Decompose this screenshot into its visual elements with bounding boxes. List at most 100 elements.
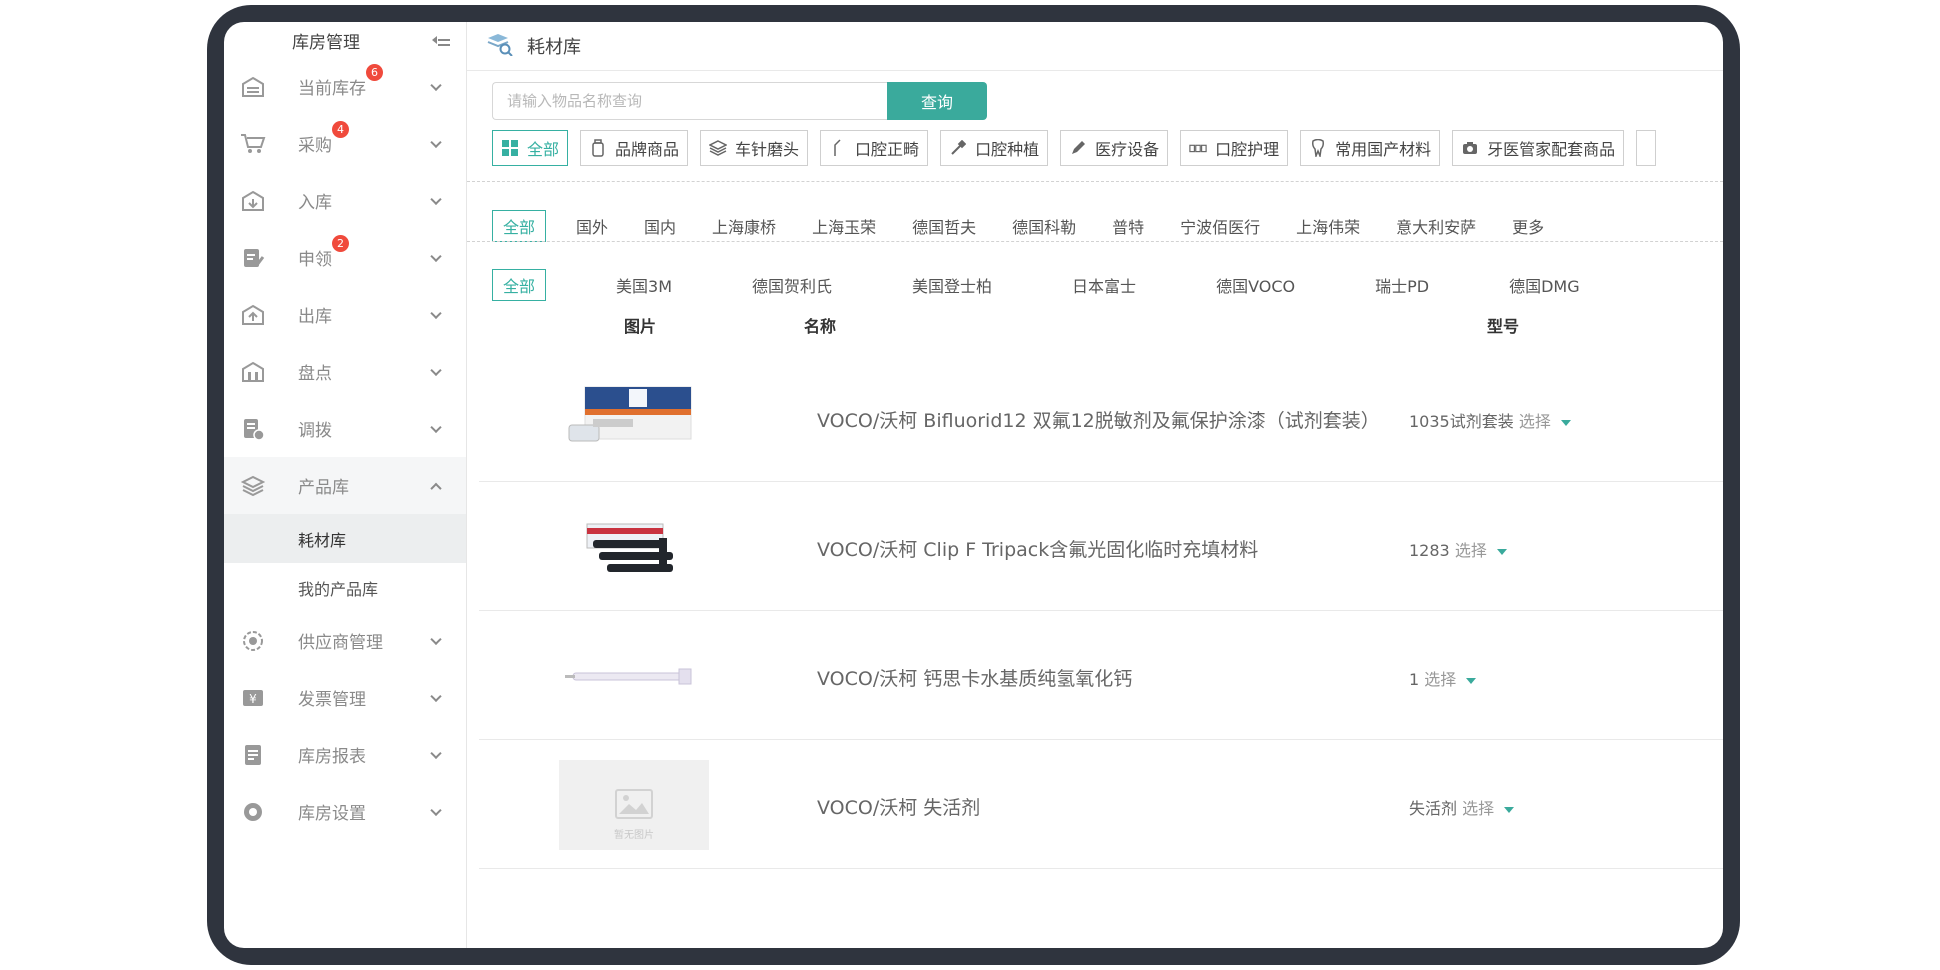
model-value: 失活剂: [1409, 799, 1458, 818]
origin-chip[interactable]: 国外: [576, 210, 608, 242]
caret-down-icon: [1496, 548, 1507, 555]
product-image: [559, 373, 709, 463]
column-header-image: 图片: [624, 317, 657, 336]
category-brand-products[interactable]: 品牌商品: [580, 130, 689, 166]
sidebar-item-label: 采购 4: [298, 121, 349, 156]
model-select[interactable]: 1035试剂套装 选择: [1409, 408, 1571, 432]
origin-all[interactable]: 全部: [492, 210, 547, 242]
column-header-name: 名称: [804, 317, 837, 336]
caret-down-icon: [1466, 677, 1477, 684]
invoice-icon: ¥: [240, 685, 266, 711]
sidebar-item-settings[interactable]: 库房设置: [224, 783, 466, 840]
sidebar-item-purchase[interactable]: 采购 4: [224, 115, 466, 172]
inventory-check-icon: [240, 359, 266, 385]
category-equipment[interactable]: 医疗设备: [1060, 130, 1169, 166]
product-image: [559, 631, 709, 721]
table-row[interactable]: 暂无图片 VOCO/沃柯 失活剂 失活剂 选择: [479, 740, 1723, 869]
main-content: 耗材库 查询 全部 品牌商品 车针磨头: [467, 22, 1723, 948]
sidebar: 库房管理 当前库存 6 采购 4 入库 申领 2 出库 盘点 调拨 产品库 耗材…: [224, 22, 467, 948]
category-implant[interactable]: 口腔种植: [940, 130, 1049, 166]
category-oral-care[interactable]: 口腔护理: [1180, 130, 1289, 166]
placeholder-image-text: 暂无图片: [614, 830, 654, 841]
category-burs[interactable]: 车针磨头: [700, 130, 809, 166]
origin-chip[interactable]: 上海康桥: [712, 210, 776, 242]
origin-chip[interactable]: 上海玉荣: [812, 210, 876, 242]
search-bar: 查询: [492, 82, 987, 120]
cart-icon: [240, 131, 266, 157]
sidebar-item-inventory-check[interactable]: 盘点: [224, 343, 466, 400]
model-select[interactable]: 1283 选择: [1409, 537, 1507, 561]
model-select[interactable]: 1 选择: [1409, 666, 1477, 690]
search-button[interactable]: 查询: [887, 82, 987, 120]
report-icon: [240, 742, 266, 768]
brand-filter: 全部 美国3M 德国贺利氏 美国登士柏 日本富士 德国VOCO 瑞士PD 德国D…: [492, 269, 1580, 301]
divider: [467, 181, 1723, 182]
layers-icon: [240, 473, 266, 499]
sidebar-item-stock-out[interactable]: 出库: [224, 286, 466, 343]
caret-down-icon: [1504, 806, 1515, 813]
brand-chip[interactable]: 瑞士PD: [1375, 269, 1429, 301]
chevron-down-icon: [430, 364, 442, 376]
sidebar-subitem-my-products[interactable]: 我的产品库: [224, 563, 466, 612]
sidebar-item-product-library[interactable]: 产品库: [224, 457, 466, 514]
sidebar-item-invoice[interactable]: ¥ 发票管理: [224, 669, 466, 726]
sidebar-item-label: 库房报表: [298, 747, 366, 767]
category-more-partial[interactable]: [1636, 130, 1657, 166]
brand-chip[interactable]: 德国贺利氏: [752, 269, 832, 301]
sidebar-subitem-consumables[interactable]: 耗材库: [224, 514, 466, 563]
model-select[interactable]: 失活剂 选择: [1409, 795, 1515, 819]
sidebar-item-report[interactable]: 库房报表: [224, 726, 466, 783]
request-icon: [240, 245, 266, 271]
category-dentist-kit[interactable]: 牙医管家配套商品: [1452, 130, 1625, 166]
tooth-icon: [1309, 139, 1327, 157]
category-domestic-materials[interactable]: 常用国产材料: [1300, 130, 1441, 166]
origin-chip[interactable]: 普特: [1112, 210, 1144, 242]
column-header-model: 型号: [1487, 317, 1520, 336]
tooth-tool-icon: [829, 139, 847, 157]
origin-chip[interactable]: 国内: [644, 210, 676, 242]
brand-all[interactable]: 全部: [492, 269, 547, 301]
origin-chip[interactable]: 德国哲夫: [912, 210, 976, 242]
product-name: VOCO/沃柯 失活剂: [817, 797, 981, 819]
sidebar-item-supplier[interactable]: 供应商管理: [224, 612, 466, 669]
model-value: 1035试剂套装: [1409, 412, 1514, 431]
category-orthodontics[interactable]: 口腔正畸: [820, 130, 929, 166]
category-all[interactable]: 全部: [492, 130, 569, 166]
brand-chip[interactable]: 日本富士: [1072, 269, 1136, 301]
brand-chip[interactable]: 美国3M: [616, 269, 672, 301]
origin-chip[interactable]: 德国科勒: [1012, 210, 1076, 242]
sidebar-item-label: 入库: [298, 193, 332, 213]
category-label: 牙医管家配套商品: [1487, 140, 1616, 159]
sidebar-item-label: 出库: [298, 307, 332, 327]
brand-chip[interactable]: 德国VOCO: [1216, 269, 1295, 301]
grid-icon: [501, 139, 519, 157]
sidebar-item-request[interactable]: 申领 2: [224, 229, 466, 286]
teeth-icon: [1189, 139, 1207, 157]
sidebar-header: 库房管理: [224, 22, 466, 58]
origin-chip[interactable]: 上海伟荣: [1296, 210, 1360, 242]
collapse-menu-icon[interactable]: [432, 33, 450, 47]
sidebar-item-stock-in[interactable]: 入库: [224, 172, 466, 229]
origin-chip[interactable]: 宁波佰医行: [1180, 210, 1260, 242]
category-label: 口腔正畸: [855, 140, 920, 159]
brand-chip[interactable]: 德国DMG: [1509, 269, 1580, 301]
origin-chip[interactable]: 意大利安萨: [1396, 210, 1476, 242]
warehouse-icon: [240, 74, 266, 100]
table-row[interactable]: VOCO/沃柯 Bifluorid12 双氟12脱敏剂及氟保护涂漆（试剂套装） …: [479, 353, 1723, 482]
model-value: 1: [1409, 670, 1420, 689]
search-input[interactable]: [492, 82, 887, 120]
table-row[interactable]: VOCO/沃柯 Clip F Tripack含氟光固化临时充填材料 1283 选…: [479, 482, 1723, 611]
sidebar-item-transfer[interactable]: 调拨: [224, 400, 466, 457]
sidebar-title: 库房管理: [292, 32, 360, 53]
brand-chip[interactable]: 美国登士柏: [912, 269, 992, 301]
sidebar-item-current-stock[interactable]: 当前库存 6: [224, 58, 466, 115]
chevron-down-icon: [430, 633, 442, 645]
settings-icon: [240, 799, 266, 825]
transfer-icon: [240, 416, 266, 442]
origins-more-link[interactable]: 更多: [1512, 210, 1544, 242]
placeholder-image: 暂无图片: [559, 760, 709, 850]
chevron-down-icon: [430, 250, 442, 262]
table-row[interactable]: VOCO/沃柯 钙思卡水基质纯氢氧化钙 1 选择: [479, 611, 1723, 740]
implant-icon: [949, 139, 967, 157]
table-header: 图片 名称 型号: [467, 313, 1723, 343]
